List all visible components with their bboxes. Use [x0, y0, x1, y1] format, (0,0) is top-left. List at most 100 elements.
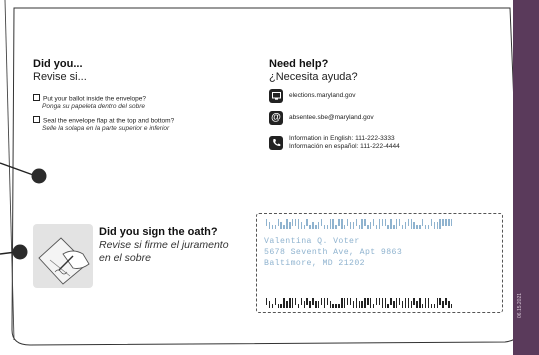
barcode-bar — [390, 219, 392, 229]
checklist-item-2: Seal the envelope flap at the top and bo… — [33, 116, 174, 132]
barcode-bar — [289, 298, 291, 308]
barcode-bar — [413, 222, 415, 229]
barcode-bar — [332, 219, 334, 229]
barcode-bar — [320, 298, 323, 305]
barcode-bar — [268, 222, 271, 229]
barcode-bar — [326, 225, 329, 229]
barcode-bar — [306, 298, 308, 305]
barcode-bar — [430, 304, 433, 308]
barcode-bar — [433, 304, 436, 308]
barcode-bar — [384, 298, 386, 308]
barcode-bar — [448, 301, 450, 308]
barcode-bar — [280, 222, 282, 229]
email-link[interactable]: absentee.sbe@maryland.gov — [289, 114, 374, 122]
barcode-bar — [364, 219, 366, 226]
barcode-bar — [329, 219, 331, 229]
barcode-bar — [361, 301, 363, 308]
address-city: Baltimore, MD 21202 — [264, 259, 365, 268]
barcode-bar — [303, 301, 305, 308]
barcode-bar — [346, 298, 349, 305]
signing-illustration — [33, 224, 93, 288]
barcode-bar — [312, 298, 314, 305]
barcode-bar — [292, 219, 294, 226]
barcode-bar — [404, 298, 407, 308]
barcode-bar — [410, 301, 412, 308]
barcode-bar — [393, 301, 395, 308]
barcode-bar — [439, 219, 441, 229]
barcode-bar — [451, 304, 453, 308]
checklist-item-1: Put your ballot inside the envelope? Pon… — [33, 94, 146, 110]
barcode-bar — [344, 225, 346, 229]
barcode-bar — [323, 225, 326, 229]
barcode-bar — [352, 301, 355, 308]
barcode-bar — [309, 225, 311, 229]
barcode-bar — [416, 225, 418, 229]
barcode-bar — [396, 298, 398, 308]
barcode-bar — [286, 219, 288, 229]
barcode-bar — [352, 222, 355, 229]
barcode-bar — [346, 219, 349, 226]
barcode-bar — [283, 298, 285, 308]
barcode-bar — [416, 301, 418, 308]
help-heading: Need help? — [269, 58, 329, 70]
checkbox-icon — [33, 116, 40, 123]
barcode-bar — [335, 304, 337, 308]
barcode-bar — [292, 298, 294, 308]
barcode-bar — [338, 219, 340, 226]
barcode-bar — [430, 219, 433, 226]
barcode-bar — [266, 219, 268, 226]
barcode-bar — [407, 219, 410, 226]
barcode-bar — [318, 301, 320, 308]
barcode-bar — [294, 219, 297, 226]
barcode-bar — [332, 304, 334, 308]
barcode-bar — [427, 298, 430, 308]
pointer-dot-1 — [31, 168, 47, 184]
barcode-bar — [378, 298, 381, 305]
barcode-bar — [424, 298, 427, 308]
checkbox-icon — [33, 94, 40, 101]
barcode-bar — [329, 301, 331, 308]
barcode-bar — [410, 219, 412, 229]
barcode-bar — [312, 222, 314, 229]
help-email-row: @ absentee.sbe@maryland.gov — [269, 111, 374, 125]
barcode-bar — [341, 219, 343, 229]
barcode-bar — [358, 225, 360, 229]
did-you-subheading: Revise si... — [33, 71, 87, 83]
barcode-bar — [277, 304, 279, 308]
barcode-bar — [398, 298, 401, 305]
barcode-bar — [367, 298, 369, 305]
barcode-bar — [323, 298, 326, 308]
mailing-address: Valentina Q. Voter 5678 Seventh Ave, Apt… — [264, 236, 402, 269]
barcode-bar — [401, 301, 404, 308]
barcode-bar — [268, 301, 271, 308]
barcode-bar — [303, 225, 305, 229]
help-phone-row: Information in English: 111-222-3333 Inf… — [269, 135, 400, 150]
barcode-bar — [396, 219, 398, 229]
barcode-bar — [442, 301, 444, 308]
barcode-bar — [320, 219, 323, 226]
barcode-bar — [326, 298, 329, 305]
address-street: 5678 Seventh Ave, Apt 9863 — [264, 248, 403, 257]
barcode-bar — [433, 222, 436, 229]
barcode-bar — [283, 225, 285, 229]
barcode-bar — [274, 298, 277, 305]
barcode-bar — [427, 225, 430, 229]
barcode-bar — [401, 225, 404, 229]
barcode-bar — [445, 219, 447, 226]
barcode-bar — [306, 219, 308, 226]
barcode-bar — [315, 225, 317, 229]
barcode-bar — [375, 225, 378, 229]
barcode-bar — [387, 225, 389, 229]
barcode-bar — [349, 222, 352, 229]
barcode-bar — [384, 219, 386, 226]
barcode-bar — [271, 304, 274, 308]
barcode-bar — [294, 298, 297, 305]
barcode-bar — [393, 225, 395, 229]
barcode-bar — [381, 219, 384, 226]
barcode-bar — [370, 298, 372, 308]
barcode-bar — [297, 304, 300, 308]
website-link[interactable]: elections.maryland.gov — [289, 92, 355, 100]
barcode-bar — [286, 301, 288, 308]
barcode-bar — [277, 219, 279, 226]
barcode-bar — [280, 304, 282, 308]
